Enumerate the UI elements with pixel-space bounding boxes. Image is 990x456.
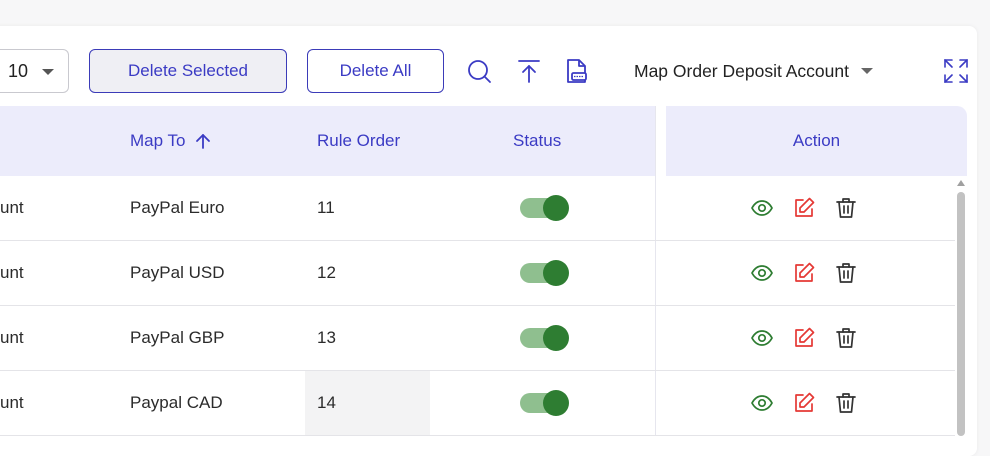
- map-to-cell: PayPal GBP: [130, 328, 225, 347]
- status-cell: [520, 176, 569, 240]
- account-cell: unt: [0, 263, 24, 282]
- scroll-up-arrow[interactable]: [957, 180, 965, 186]
- map-to-cell: PayPal USD: [130, 263, 225, 282]
- action-cell: [750, 241, 858, 305]
- delete-icon[interactable]: [834, 196, 858, 220]
- page-size-select[interactable]: 10: [0, 49, 69, 93]
- status-cell: [520, 371, 569, 435]
- rule-order-cell: 14: [305, 371, 430, 435]
- rule-order-cell: 13: [317, 328, 336, 347]
- table-row: unt PayPal USD 12: [0, 241, 955, 306]
- table-row: unt PayPal Euro 11: [0, 176, 955, 241]
- view-icon[interactable]: [750, 391, 774, 415]
- column-header-action: Action: [666, 106, 967, 176]
- action-cell: [750, 371, 858, 435]
- action-cell: [750, 306, 858, 370]
- status-toggle[interactable]: [520, 260, 569, 286]
- edit-icon[interactable]: [792, 196, 816, 220]
- delete-icon[interactable]: [834, 326, 858, 350]
- toggle-knob: [543, 325, 569, 351]
- column-header-status[interactable]: Status: [513, 106, 561, 176]
- view-icon[interactable]: [750, 326, 774, 350]
- toggle-knob: [543, 195, 569, 221]
- account-cell: unt: [0, 198, 24, 217]
- table-row: unt PayPal GBP 13: [0, 306, 955, 371]
- account-cell: unt: [0, 393, 24, 412]
- status-cell: [520, 306, 569, 370]
- rule-order-cell: 11: [317, 198, 335, 217]
- table-header: Map To Rule Order Status: [0, 106, 655, 176]
- map-order-deposit-account-dropdown[interactable]: Map Order Deposit Account: [634, 58, 873, 84]
- upload-icon[interactable]: [515, 57, 543, 85]
- toggle-knob: [543, 390, 569, 416]
- chevron-down-icon: [860, 68, 873, 74]
- status-toggle[interactable]: [520, 390, 569, 416]
- column-header-map-to[interactable]: Map To: [130, 106, 211, 176]
- pdf-export-icon[interactable]: [562, 57, 590, 85]
- status-cell: [520, 241, 569, 305]
- map-to-cell: Paypal CAD: [130, 393, 223, 412]
- toggle-knob: [543, 260, 569, 286]
- account-cell: unt: [0, 328, 24, 347]
- scrollbar-thumb[interactable]: [957, 192, 965, 436]
- view-icon[interactable]: [750, 261, 774, 285]
- status-toggle[interactable]: [520, 195, 569, 221]
- chevron-down-icon: [42, 69, 54, 75]
- column-header-rule-order[interactable]: Rule Order: [317, 106, 400, 176]
- status-toggle[interactable]: [520, 325, 569, 351]
- map-to-cell: PayPal Euro: [130, 198, 225, 217]
- rule-order-cell: 12: [317, 263, 336, 282]
- fullscreen-icon[interactable]: [942, 57, 970, 85]
- column-header-label: Map To: [130, 131, 186, 150]
- delete-selected-button[interactable]: Delete Selected: [89, 49, 287, 93]
- view-icon[interactable]: [750, 196, 774, 220]
- edit-icon[interactable]: [792, 261, 816, 285]
- action-cell: [750, 176, 858, 240]
- search-icon[interactable]: [465, 57, 493, 85]
- delete-icon[interactable]: [834, 261, 858, 285]
- table-row: unt Paypal CAD 14: [0, 371, 955, 436]
- sort-ascending-icon: [196, 134, 211, 149]
- page-size-value: 10: [8, 60, 29, 81]
- delete-all-button[interactable]: Delete All: [307, 49, 444, 93]
- delete-icon[interactable]: [834, 391, 858, 415]
- map-dropdown-label: Map Order Deposit Account: [634, 60, 849, 81]
- edit-icon[interactable]: [792, 391, 816, 415]
- edit-icon[interactable]: [792, 326, 816, 350]
